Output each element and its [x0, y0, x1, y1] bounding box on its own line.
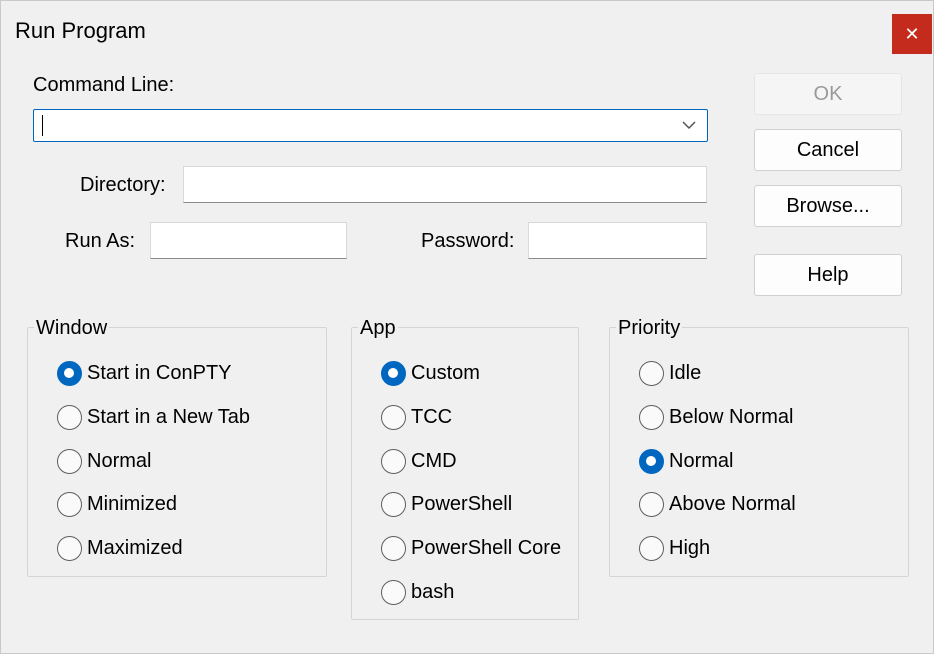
radio-label: Above Normal	[669, 493, 796, 515]
radio-button-icon	[639, 405, 664, 430]
radio-button-icon	[381, 361, 406, 386]
command-line-combobox[interactable]	[33, 109, 708, 142]
radio-button-icon	[57, 449, 82, 474]
radio-app-tcc[interactable]: TCC	[381, 405, 452, 430]
radio-app-powershell[interactable]: PowerShell	[381, 492, 512, 517]
close-icon: ✕	[904, 23, 920, 44]
radio-button-icon	[639, 536, 664, 561]
radio-button-icon	[381, 492, 406, 517]
radio-priority-high[interactable]: High	[639, 536, 710, 561]
radio-button-icon	[381, 449, 406, 474]
radio-button-icon	[381, 580, 406, 605]
radio-window-maximized[interactable]: Maximized	[57, 536, 183, 561]
radio-label: PowerShell Core	[411, 537, 562, 559]
radio-app-powershell-core[interactable]: PowerShell Core	[381, 536, 561, 561]
browse-button[interactable]: Browse...	[754, 185, 902, 227]
app-group-title: App	[358, 317, 398, 340]
radio-button-icon	[57, 361, 82, 386]
radio-button-icon	[639, 449, 664, 474]
run-as-input[interactable]	[150, 222, 347, 259]
radio-label: CMD	[411, 450, 457, 472]
help-button[interactable]: Help	[754, 254, 902, 296]
radio-label: Start in ConPTY	[87, 362, 232, 384]
radio-label: Start in a New Tab	[87, 406, 251, 428]
radio-start-in-conpty[interactable]: Start in ConPTY	[57, 361, 232, 386]
directory-input[interactable]	[183, 166, 707, 203]
radio-label: bash	[411, 581, 455, 603]
radio-button-icon	[57, 536, 82, 561]
radio-start-in-new-tab[interactable]: Start in a New Tab	[57, 405, 250, 430]
radio-priority-above-normal[interactable]: Above Normal	[639, 492, 796, 517]
radio-button-icon	[639, 492, 664, 517]
run-as-label: Run As:	[65, 230, 136, 252]
radio-button-icon	[57, 405, 82, 430]
radio-label: Custom	[411, 362, 480, 384]
radio-button-icon	[639, 361, 664, 386]
radio-label: Normal	[87, 450, 152, 472]
password-input[interactable]	[528, 222, 707, 259]
ok-button[interactable]: OK	[754, 73, 902, 115]
directory-label: Directory:	[80, 174, 166, 196]
radio-label: High	[669, 537, 711, 559]
radio-label: Below Normal	[669, 406, 794, 428]
radio-app-custom[interactable]: Custom	[381, 361, 480, 386]
radio-label: Idle	[669, 362, 702, 384]
radio-label: Maximized	[87, 537, 183, 559]
radio-app-cmd[interactable]: CMD	[381, 449, 457, 474]
radio-priority-idle[interactable]: Idle	[639, 361, 701, 386]
radio-button-icon	[381, 405, 406, 430]
radio-button-icon	[57, 492, 82, 517]
command-line-label: Command Line:	[33, 74, 175, 96]
title-bar: Run Program ✕	[1, 1, 933, 61]
radio-label: Normal	[669, 450, 734, 472]
run-program-dialog: Run Program ✕ Command Line: Directory: R…	[0, 0, 934, 654]
text-caret	[42, 115, 43, 136]
chevron-down-icon[interactable]	[679, 114, 699, 136]
radio-priority-normal[interactable]: Normal	[639, 449, 733, 474]
window-group-title: Window	[34, 317, 110, 340]
radio-label: PowerShell	[411, 493, 513, 515]
radio-label: Minimized	[87, 493, 178, 515]
radio-window-normal[interactable]: Normal	[57, 449, 151, 474]
radio-app-bash[interactable]: bash	[381, 580, 454, 605]
radio-label: TCC	[411, 406, 453, 428]
priority-group-title: Priority	[616, 317, 683, 340]
window-title: Run Program	[15, 18, 146, 43]
password-label: Password:	[421, 230, 515, 252]
radio-window-minimized[interactable]: Minimized	[57, 492, 177, 517]
close-button[interactable]: ✕	[892, 14, 932, 54]
cancel-button[interactable]: Cancel	[754, 129, 902, 171]
radio-priority-below-normal[interactable]: Below Normal	[639, 405, 793, 430]
radio-button-icon	[381, 536, 406, 561]
